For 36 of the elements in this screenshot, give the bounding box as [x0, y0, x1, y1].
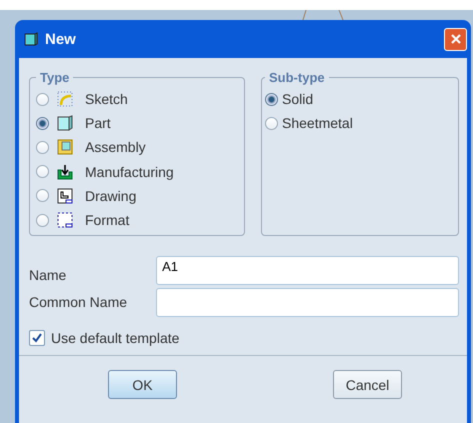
format-icon	[57, 212, 73, 228]
manufacturing-icon	[57, 164, 73, 180]
radio-button[interactable]	[36, 214, 49, 227]
subtype-option-label: Sheetmetal	[282, 115, 353, 132]
radio-button[interactable]	[36, 189, 49, 202]
checkbox[interactable]	[29, 330, 45, 346]
radio-button[interactable]	[36, 140, 49, 154]
type-option-label: Drawing	[85, 188, 136, 204]
radio-button[interactable]	[265, 92, 278, 106]
type-option-label: Part	[85, 115, 111, 132]
sketch-icon	[57, 91, 73, 108]
radio-button[interactable]	[36, 92, 49, 106]
group-title: Sub-type	[268, 70, 326, 85]
group-title: Type	[39, 70, 70, 85]
ok-button[interactable]: OK	[108, 370, 177, 399]
field-label: Common Name	[29, 294, 128, 310]
cube-icon	[57, 115, 73, 132]
radio-button[interactable]	[36, 116, 49, 130]
type-option-label: Manufacturing	[85, 164, 174, 180]
cancel-button[interactable]: Cancel	[333, 370, 402, 399]
input-field[interactable]: A1	[156, 256, 459, 284]
type-option-label: Format	[85, 212, 130, 228]
type-option-label: Assembly	[85, 139, 146, 156]
close-button[interactable]	[444, 28, 467, 50]
radio-button[interactable]	[36, 165, 49, 178]
radio-button[interactable]	[265, 116, 278, 130]
type-option-label: Sketch	[85, 91, 128, 108]
assembly-icon	[57, 139, 73, 156]
subtype-option-label: Solid	[282, 91, 314, 108]
window-title: New	[45, 30, 77, 48]
drawing-icon	[57, 188, 73, 204]
input-field[interactable]	[156, 288, 459, 316]
cube-icon	[24, 32, 38, 46]
checkbox-label: Use default template	[51, 330, 180, 346]
close-icon	[450, 33, 462, 45]
field-label: Name	[29, 266, 68, 283]
